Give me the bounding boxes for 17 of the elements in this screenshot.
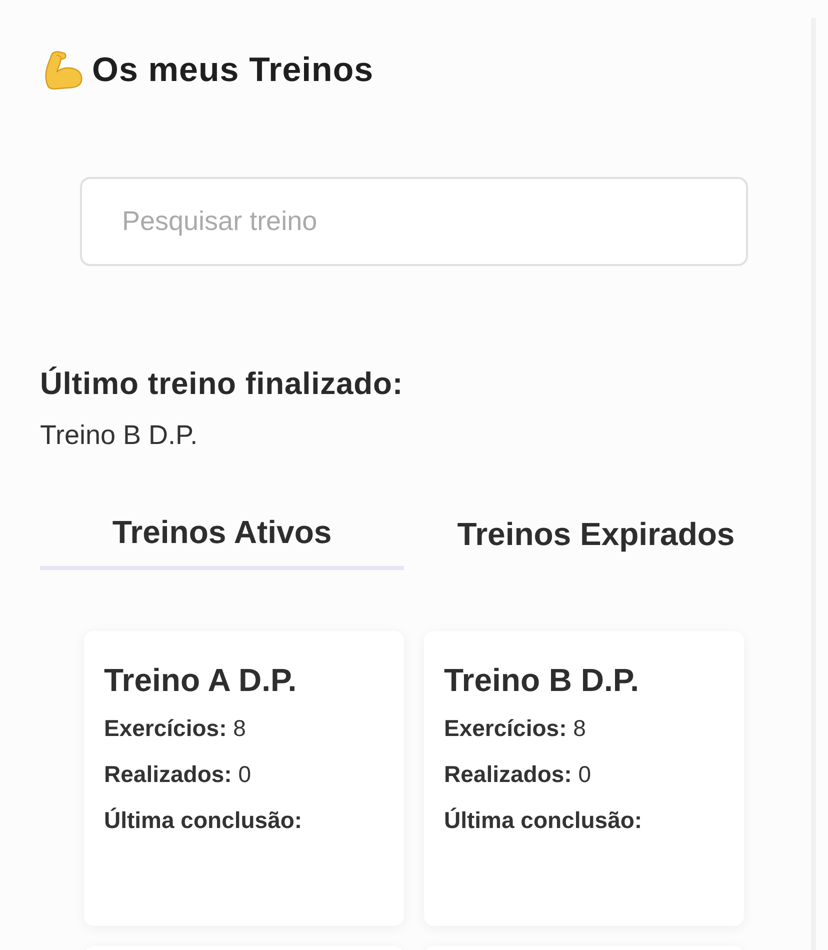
tab[interactable]: Treinos Ativos [40, 504, 404, 570]
workout-card[interactable]: Treino A D.P. Exercícios: 8 Realizados: 0 Última conclusão: [84, 631, 404, 926]
stat-line: Realizados: 0 [104, 760, 252, 789]
stat-line: Exercícios: 8 [444, 714, 587, 743]
stat-line: Última conclusão: [444, 806, 644, 835]
last-workout-name: Treino B D.P. [40, 419, 199, 452]
stat-line: Realizados: 0 [444, 760, 592, 789]
workout-title: Treino A D.P. [104, 661, 298, 700]
search-field[interactable]: Pesquisar treino [80, 177, 748, 266]
stat-line: Última conclusão: [104, 806, 304, 835]
page-title: Os meus Treinos [92, 50, 374, 91]
flexed-arm-icon [42, 49, 84, 91]
stat-line: Exercícios: 8 [104, 714, 247, 743]
workout-title: Treino B D.P. [444, 661, 640, 700]
workout-card[interactable]: Treino B D.P. Exercícios: 8 Realizados: 0 Última conclusão: [424, 631, 744, 926]
last-workout-label: Último treino finalizado: [40, 365, 404, 403]
tab[interactable]: Treinos Expirados [404, 504, 788, 570]
